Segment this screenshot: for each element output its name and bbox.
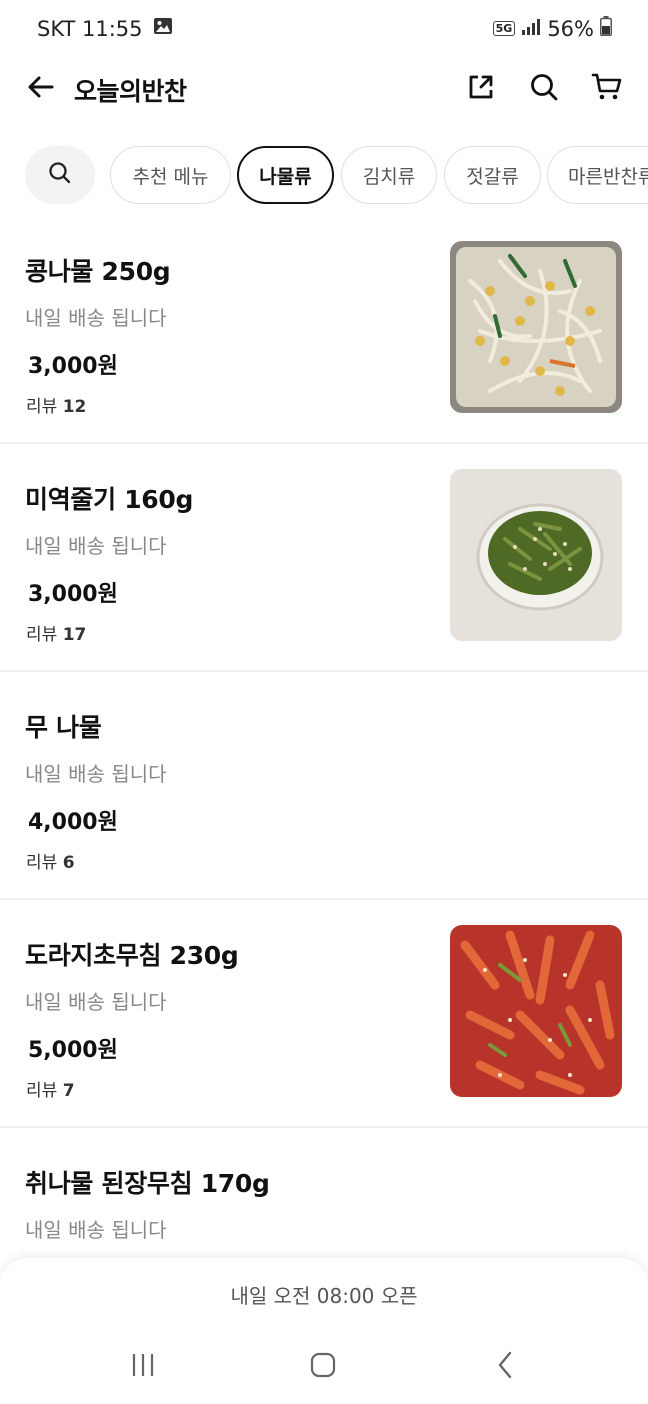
search-icon (48, 161, 72, 189)
network-badge: 5G (492, 21, 516, 36)
review-count: 리뷰 6 (26, 853, 75, 873)
product-name: 콩나물 250g (25, 257, 171, 286)
chip-dried-side[interactable]: 마른반찬류 (547, 146, 648, 204)
signal-icon (521, 17, 541, 41)
product-image (450, 241, 622, 413)
delivery-text: 내일 배송 됩니다 (25, 762, 167, 786)
list-item[interactable]: 미역줄기 160g 내일 배송 됩니다 3,000원 리뷰 17 (0, 444, 648, 672)
review-count: 리뷰 12 (26, 397, 87, 417)
list-item[interactable]: 도라지초무침 230g 내일 배송 됩니다 5,000원 리뷰 7 (0, 900, 648, 1128)
nav-back-icon (495, 1351, 515, 1383)
page-title: 오늘의반찬 (74, 77, 187, 106)
product-name: 무 나물 (25, 713, 102, 742)
review-count: 리뷰 17 (26, 625, 87, 645)
back-arrow-icon (26, 72, 56, 106)
delivery-text: 내일 배송 됩니다 (25, 1218, 167, 1242)
gallery-icon (153, 16, 173, 41)
home-icon (309, 1351, 337, 1383)
product-price: 3,000원 (28, 354, 118, 379)
bottom-sheet: 내일 오전 08:00 오픈 (0, 1258, 648, 1404)
app-bar: 오늘의반찬 (0, 58, 648, 122)
delivery-text: 내일 배송 됩니다 (25, 990, 167, 1014)
review-count: 리뷰 7 (26, 1081, 75, 1101)
chip-jeotgal[interactable]: 젓갈류 (444, 146, 541, 204)
list-item[interactable]: 콩나물 250g 내일 배송 됩니다 3,000원 리뷰 12 (0, 216, 648, 444)
product-price: 5,000원 (28, 1038, 118, 1063)
chip-kimchi[interactable]: 김치류 (341, 146, 437, 204)
chip-search-button[interactable] (25, 146, 95, 204)
recent-apps-button[interactable] (123, 1352, 163, 1382)
category-chips: 추천 메뉴 나물류 김치류 젓갈류 마른반찬류 (0, 146, 648, 204)
cart-button[interactable] (588, 70, 626, 108)
search-button[interactable] (525, 70, 563, 108)
product-name: 취나물 된장무침 170g (25, 1169, 270, 1198)
cart-icon (591, 71, 623, 107)
open-time-notice: 내일 오전 08:00 오픈 (230, 1284, 418, 1308)
product-price: 4,000원 (28, 810, 118, 835)
status-bar: SKT 11:55 5G 56% (0, 0, 648, 58)
product-image (450, 469, 622, 641)
battery-icon (600, 16, 612, 41)
back-button[interactable] (22, 70, 60, 108)
share-icon (466, 72, 496, 106)
delivery-text: 내일 배송 됩니다 (25, 534, 167, 558)
product-image (450, 925, 622, 1097)
carrier-time: SKT 11:55 (37, 16, 143, 41)
share-button[interactable] (462, 70, 500, 108)
product-name: 미역줄기 160g (25, 485, 194, 514)
system-nav-bar (0, 1332, 648, 1404)
home-button[interactable] (303, 1352, 343, 1382)
list-item[interactable]: 무 나물 내일 배송 됩니다 4,000원 리뷰 6 (0, 672, 648, 900)
nav-back-button[interactable] (485, 1351, 525, 1383)
search-icon (529, 72, 559, 106)
product-price: 3,000원 (28, 582, 118, 607)
delivery-text: 내일 배송 됩니다 (25, 306, 167, 330)
chip-recommended[interactable]: 추천 메뉴 (110, 146, 231, 204)
chip-namul[interactable]: 나물류 (237, 146, 334, 204)
battery-percent: 56% (547, 16, 594, 41)
product-list: 콩나물 250g 내일 배송 됩니다 3,000원 리뷰 12 미역줄기 160… (0, 216, 648, 1356)
recent-apps-icon (129, 1352, 157, 1382)
product-name: 도라지초무침 230g (25, 941, 239, 970)
